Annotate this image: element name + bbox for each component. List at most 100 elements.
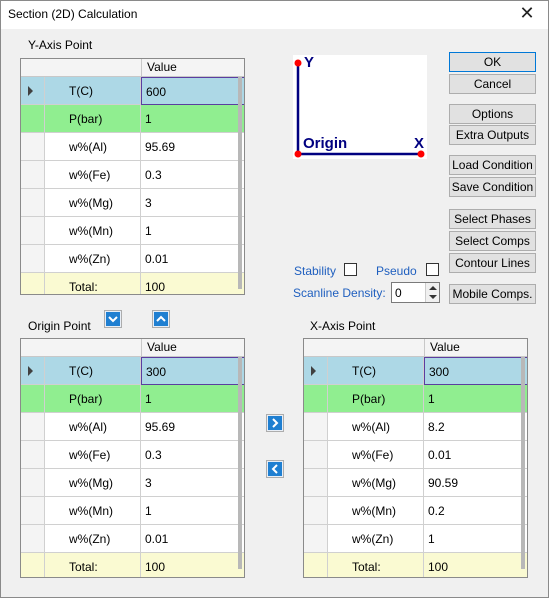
row-pointer-icon <box>28 86 33 96</box>
row-selector[interactable] <box>21 385 45 413</box>
copy-down-button[interactable] <box>104 310 122 328</box>
row-value[interactable]: 300 <box>424 357 527 385</box>
row-name: w%(Zn) <box>328 525 424 553</box>
row-selector[interactable] <box>304 357 328 385</box>
row-selector[interactable] <box>304 441 328 469</box>
row-value[interactable]: 0.01 <box>424 441 527 469</box>
row-value[interactable]: 95.69 <box>141 133 244 161</box>
row-value[interactable]: 0.3 <box>141 441 244 469</box>
ok-button[interactable]: OK <box>449 52 536 72</box>
row-selector[interactable] <box>21 413 45 441</box>
chevron-up-icon <box>154 312 168 326</box>
row-value[interactable]: 600 <box>141 77 244 105</box>
row-selector[interactable] <box>21 245 45 273</box>
value-column-header: Value <box>141 339 244 357</box>
row-name: w%(Mg) <box>328 469 424 497</box>
title-bar: Section (2D) Calculation ✕ <box>1 1 548 29</box>
row-selector[interactable] <box>304 469 328 497</box>
copy-left-button[interactable] <box>266 460 284 478</box>
y-axis-grid[interactable]: Value T(C) 600 P(bar) 1 w%(Al) 95.69 w%(… <box>20 58 245 295</box>
vertical-scrollbar[interactable] <box>238 357 242 569</box>
row-selector[interactable] <box>21 189 45 217</box>
mobile-comps-button[interactable]: Mobile Comps. <box>449 284 536 304</box>
cancel-button[interactable]: Cancel <box>449 74 536 94</box>
select-comps-button[interactable]: Select Comps <box>449 231 536 251</box>
row-selector <box>304 553 328 577</box>
row-value[interactable]: 95.69 <box>141 413 244 441</box>
row-value[interactable]: 1 <box>141 385 244 413</box>
close-button[interactable]: ✕ <box>512 3 542 27</box>
row-value[interactable]: 90.59 <box>424 469 527 497</box>
row-selector[interactable] <box>21 77 45 105</box>
x-axis-group-label: X-Axis Point <box>310 319 376 333</box>
row-selector[interactable] <box>21 105 45 133</box>
load-condition-button[interactable]: Load Condition <box>449 155 536 175</box>
x-axis-grid[interactable]: Value T(C) 300 P(bar) 1 w%(Al) 8.2 w%(Fe… <box>303 338 528 578</box>
row-value[interactable]: 3 <box>141 189 244 217</box>
origin-point-marker <box>294 150 302 158</box>
row-value[interactable]: 0.3 <box>141 161 244 189</box>
row-value[interactable]: 0.2 <box>424 497 527 525</box>
row-selector[interactable] <box>21 469 45 497</box>
row-selector[interactable] <box>21 525 45 553</box>
chevron-right-icon <box>268 416 282 430</box>
pseudo-checkbox[interactable] <box>426 263 439 276</box>
stability-checkbox[interactable] <box>344 263 357 276</box>
value-column-header: Value <box>141 59 244 77</box>
row-value[interactable]: 1 <box>141 105 244 133</box>
row-value[interactable]: 1 <box>424 385 527 413</box>
row-selector[interactable] <box>304 413 328 441</box>
row-name: P(bar) <box>45 385 141 413</box>
vertical-scrollbar[interactable] <box>521 357 525 569</box>
contour-lines-button[interactable]: Contour Lines <box>449 253 536 273</box>
row-value[interactable]: 8.2 <box>424 413 527 441</box>
copy-up-button[interactable] <box>152 310 170 328</box>
row-selector <box>21 553 45 577</box>
row-name: w%(Mn) <box>45 497 141 525</box>
y-point-marker <box>294 59 302 67</box>
row-name: w%(Mg) <box>45 469 141 497</box>
row-name: w%(Mn) <box>45 217 141 245</box>
row-name: Total: <box>45 273 141 294</box>
row-selector[interactable] <box>21 161 45 189</box>
options-button[interactable]: Options <box>449 104 536 124</box>
spin-down-arrow-icon[interactable] <box>425 293 439 302</box>
row-selector[interactable] <box>21 133 45 161</box>
extra-outputs-button[interactable]: Extra Outputs <box>449 125 536 145</box>
copy-right-button[interactable] <box>266 414 284 432</box>
row-value[interactable]: 0.01 <box>141 525 244 553</box>
row-name: w%(Al) <box>328 413 424 441</box>
y-axis-group-label: Y-Axis Point <box>28 38 93 52</box>
chevron-left-icon <box>268 462 282 476</box>
spin-up-arrow-icon[interactable] <box>425 283 439 293</box>
grid-header: Value <box>21 339 244 357</box>
row-value[interactable]: 1 <box>141 217 244 245</box>
scanline-density-spinner[interactable]: 0 <box>391 282 440 303</box>
vertical-scrollbar[interactable] <box>238 77 242 289</box>
origin-grid[interactable]: Value T(C) 300 P(bar) 1 w%(Al) 95.69 w%(… <box>20 338 245 578</box>
x-axis-label: X <box>414 135 425 152</box>
save-condition-button[interactable]: Save Condition <box>449 177 536 197</box>
row-name: w%(Zn) <box>45 245 141 273</box>
row-name: T(C) <box>45 357 141 385</box>
value-column-header: Value <box>424 339 527 357</box>
row-value[interactable]: 3 <box>141 469 244 497</box>
row-selector[interactable] <box>21 497 45 525</box>
row-name: w%(Al) <box>45 133 141 161</box>
row-name: T(C) <box>328 357 424 385</box>
row-value[interactable]: 300 <box>141 357 244 385</box>
row-selector[interactable] <box>21 217 45 245</box>
scanline-density-value[interactable]: 0 <box>395 286 402 300</box>
row-name: T(C) <box>45 77 141 105</box>
row-selector[interactable] <box>304 497 328 525</box>
select-phases-button[interactable]: Select Phases <box>449 209 536 229</box>
row-selector[interactable] <box>304 525 328 553</box>
grid-header: Value <box>304 339 527 357</box>
section-calculation-dialog: Section (2D) Calculation ✕ Y-Axis Point … <box>0 0 549 598</box>
row-value[interactable]: 1 <box>424 525 527 553</box>
row-selector[interactable] <box>21 441 45 469</box>
row-value[interactable]: 0.01 <box>141 245 244 273</box>
row-selector[interactable] <box>304 385 328 413</box>
row-value[interactable]: 1 <box>141 497 244 525</box>
row-selector[interactable] <box>21 357 45 385</box>
